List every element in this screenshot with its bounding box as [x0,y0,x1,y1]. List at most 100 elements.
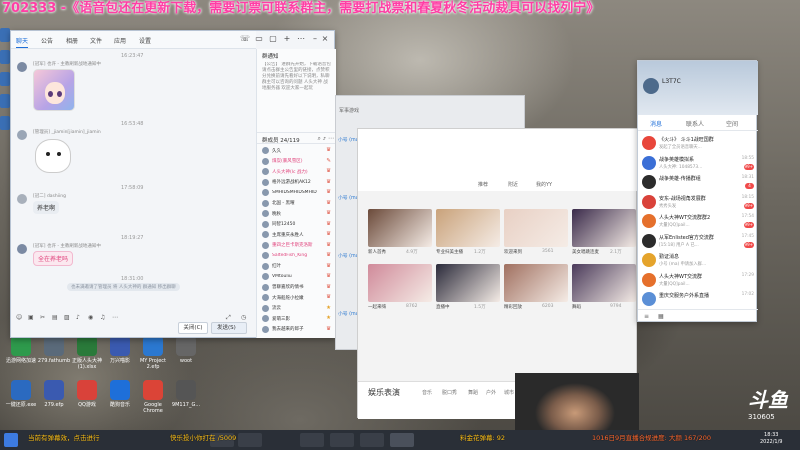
bun-sticker-image[interactable] [35,139,71,173]
member-row[interactable]: 曾聊嘉欣的情书 ♛ [257,283,337,293]
thumbnail-caption[interactable]: 新人首秀 [368,249,386,255]
stream-thumbnail[interactable] [368,209,432,247]
send-button[interactable]: 发送(S) [211,322,247,334]
thumbnail-caption[interactable]: 专业扫美主播 [436,249,463,255]
taskbar-app-icon[interactable] [238,433,262,447]
message-bubble[interactable]: 养老啊 [33,201,60,214]
member-row[interactable]: 晚秋 ♛ [257,209,337,219]
apps-icon[interactable]: ▦ [658,313,664,320]
member-row[interactable]: SMHIDSMHIDSMHID ♛ [257,188,337,198]
add-member-icon[interactable]: + [282,34,292,44]
conversation-item[interactable]: 人头大神WT交流群群2 大量[QQ]pail... 17:54 99+ [638,211,758,231]
stream-thumbnail[interactable] [504,209,568,247]
member-row[interactable]: 大海船舵小拉嫩 ♛ [257,293,337,303]
thumbnail-caption[interactable]: 精彩回放 [504,304,522,310]
message-bubble[interactable]: 全在养老吗 [33,251,74,266]
avatar[interactable] [17,130,27,140]
thumbnail-caption[interactable]: 美女唱跳连麦 [572,249,599,255]
taskbar-app-icon[interactable] [390,433,414,447]
member-row[interactable]: 主席重庆永胜人 ♛ [257,230,337,240]
taskbar-app-icon[interactable] [300,433,324,447]
stream-thumbnail[interactable] [368,264,432,302]
close-button[interactable]: 关闭(C) [178,322,208,334]
conversation-item[interactable]: 人头大神WT交流群 大量[QQ]pail... 17:29 [638,270,758,290]
category-tab[interactable]: 音乐 [422,389,432,396]
close-icon[interactable]: × [320,34,330,44]
chat-message-area[interactable]: 16:23:47 [冠军] 也许 - 主教刷新战地通知中 16:53:48 [管… [11,49,256,314]
desktop-shortcut[interactable]: woot [167,336,205,364]
avatar[interactable] [17,62,27,72]
member-row[interactable]: 煤炭(暴风雪区) ✎ [257,157,337,167]
thumbnail-caption[interactable]: 直播中 [436,304,450,310]
conversation-item[interactable]: 安东-战场视角发展群 秀秀头发 18:15 99+ [638,192,758,212]
tab-recommend[interactable]: 推荐 [478,181,488,188]
conversation-time: 17:29 [741,272,754,278]
tab-nearby[interactable]: 附近 [508,181,518,188]
sticker-eye [48,91,53,97]
tab-space[interactable]: 空间 [726,119,738,128]
desktop-shortcut[interactable]: 9M117_G... [167,380,205,408]
category-tab[interactable]: 脱口秀 [442,389,457,396]
notice-title[interactable]: 群通知 [262,52,279,60]
category-tab[interactable]: 舞蹈 [468,389,478,396]
avatar[interactable] [17,244,27,254]
system-clock[interactable]: 18:33 2022/1/9 [760,432,782,446]
member-row[interactable]: 格外远游战机AK12 ♛ [257,178,337,188]
conversation-item[interactable]: 勤证消息 小号 (ma) 申请加入群... [638,250,758,270]
tab-chat[interactable]: 聊天 [16,36,29,48]
member-row[interactable]: 红叶 ♛ [257,262,337,272]
desktop-shortcut-icon[interactable] [0,50,10,64]
taskbar-app-icon[interactable] [360,433,384,447]
conversation-item[interactable]: 从军Enlisted官方交流群 [15:18] 用户 A 已... 17:45 99+ [638,231,758,251]
member-row[interactable]: 同智12450 ♛ [257,220,337,230]
conversation-item[interactable]: 战争英雄模拟系 人头大神: 1048573... 18:55 99+ [638,153,758,173]
phone-icon[interactable]: ☏ [240,34,250,44]
desktop-shortcut-icon[interactable] [0,94,10,108]
member-search-icon[interactable]: ⌕ ⤴ ⋯ [317,135,334,143]
stream-thumbnail[interactable] [436,209,500,247]
thumbnail-caption[interactable]: 欢迎来到 [504,249,522,255]
user-avatar[interactable] [643,78,659,94]
conversation-item[interactable]: 战争英雄-传播群组 18:31 4 [638,172,758,192]
member-row[interactable]: VMtouliu ♛ [257,272,337,282]
thumbnail-caption[interactable]: 舞蹈 [572,304,581,310]
start-icon[interactable] [4,433,18,447]
tab-my-yy[interactable]: 我的YY [536,181,552,188]
tab-settings[interactable]: 设置 [139,36,151,45]
member-row[interactable]: 我去越来的郎子 ♛ [257,325,337,335]
conversation-item[interactable]: 《火斗》 斗斗1战旺国群 发起了全员语音聊天... [638,133,758,153]
conversation-item[interactable]: 重庆交服务户外系直播 17:02 [638,289,758,309]
minimize-icon[interactable]: – [310,34,320,44]
member-row[interactable]: 流云 ★ [257,304,337,314]
category-tab[interactable]: 户外 [486,389,496,396]
desktop-shortcut-icon[interactable] [0,116,10,130]
tab-messages[interactable]: 消息 [650,119,662,128]
member-row[interactable]: 爱萌三影 ★ [257,314,337,324]
anime-sticker-image[interactable] [33,69,75,111]
category-tab[interactable]: 城市 [504,389,514,396]
member-row[interactable]: 重四之巨卡斯克洛斯 ♛ [257,241,337,251]
tab-announcement[interactable]: 公告 [41,36,53,45]
avatar[interactable] [17,194,27,204]
more-icon[interactable]: ⋯ [296,34,306,44]
member-row[interactable]: SaltedFish_King ♛ [257,251,337,261]
video-icon[interactable]: ▭ [254,34,264,44]
stream-thumbnail[interactable] [572,209,636,247]
member-row[interactable]: 人头大神(lc 战力) ♛ [257,167,337,177]
stream-thumbnail[interactable] [572,264,636,302]
taskbar-app-icon[interactable] [330,433,354,447]
desktop-shortcut-icon[interactable] [0,28,10,42]
screen-share-icon[interactable]: ▢ [268,34,278,44]
member-row[interactable]: 久久 ♛ [257,146,337,156]
stream-thumbnail[interactable] [436,264,500,302]
member-row[interactable]: 北国 - 黑曜 ♛ [257,199,337,209]
menu-icon[interactable]: ≡ [644,313,649,320]
desktop-shortcut-icon[interactable] [0,72,10,86]
user-nickname[interactable]: L3T7C [662,78,702,85]
tab-apps[interactable]: 应用 [114,36,126,45]
tab-album[interactable]: 相册 [66,36,78,45]
tab-contacts[interactable]: 联系人 [686,119,704,128]
stream-thumbnail[interactable] [504,264,568,302]
tab-files[interactable]: 文件 [90,36,102,45]
thumbnail-caption[interactable]: 一起来嗨 [368,304,386,310]
